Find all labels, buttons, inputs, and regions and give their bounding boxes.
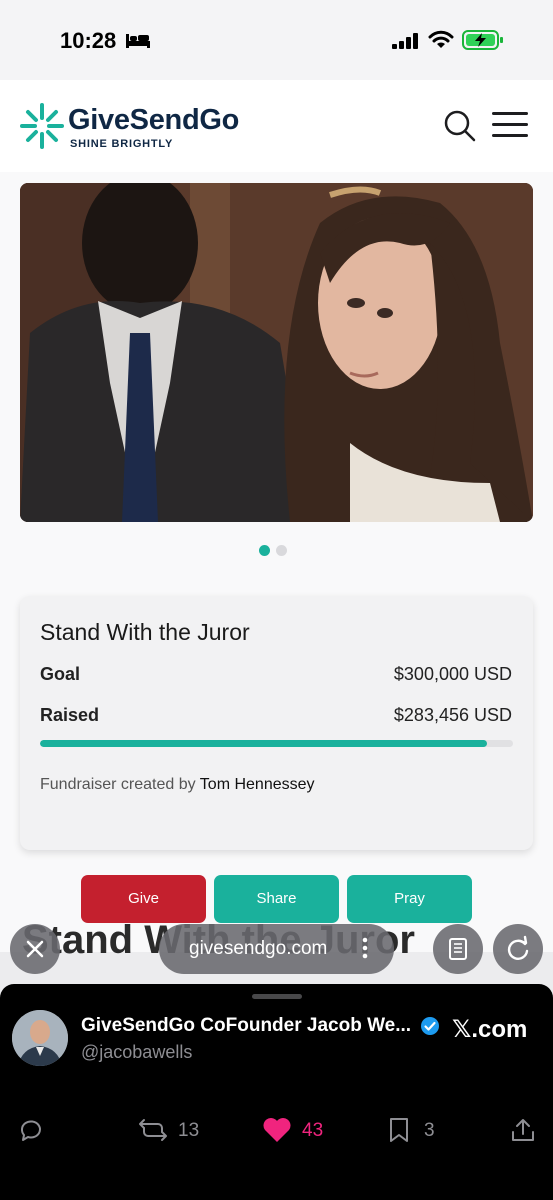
campaign-title: Stand With the Juror xyxy=(40,619,250,645)
reply-icon[interactable] xyxy=(18,1117,44,1143)
post-author-handle[interactable]: @jacobawells xyxy=(81,1042,192,1063)
created-by-label: Fundraiser created by xyxy=(40,776,196,793)
battery-charging-icon xyxy=(462,30,503,50)
repost-count: 13 xyxy=(178,1120,200,1141)
wifi-icon xyxy=(428,30,454,48)
pray-button[interactable]: Pray xyxy=(347,875,472,923)
carousel-indicator[interactable] xyxy=(259,543,293,561)
bookmark-count: 3 xyxy=(424,1120,435,1141)
post-author-name[interactable]: GiveSendGo CoFounder Jacob We... xyxy=(81,1015,411,1037)
bookmark-icon[interactable] xyxy=(388,1117,410,1143)
hamburger-menu-icon[interactable] xyxy=(492,112,528,138)
fundraising-progress-bar xyxy=(40,740,513,747)
give-button[interactable]: Give xyxy=(81,875,206,923)
like-count: 43 xyxy=(302,1120,324,1141)
reader-icon xyxy=(449,938,467,960)
reload-icon xyxy=(507,935,529,960)
creator-line: Fundraiser created by Tom Hennessey xyxy=(40,776,315,794)
share-post-icon[interactable] xyxy=(510,1117,536,1143)
raised-value: $283,456 USD xyxy=(393,705,512,725)
goal-label: Goal xyxy=(40,664,81,684)
brand-tagline: SHINE BRIGHTLY xyxy=(70,138,174,150)
reload-button[interactable] xyxy=(493,924,543,974)
status-time: 10:28 xyxy=(60,28,117,53)
hero-photo xyxy=(20,183,533,522)
raised-label: Raised xyxy=(40,705,100,725)
close-icon xyxy=(26,940,44,958)
close-tab-button[interactable] xyxy=(10,924,60,974)
cellular-signal-icon xyxy=(392,33,418,49)
reader-mode-button[interactable] xyxy=(433,924,483,974)
sleep-focus-icon xyxy=(126,34,150,48)
brand-name[interactable]: GiveSendGo xyxy=(68,104,239,137)
like-heart-icon[interactable] xyxy=(262,1117,292,1143)
avatar-photo xyxy=(12,1010,68,1066)
carousel-dot-2[interactable] xyxy=(276,545,287,556)
creator-name-link[interactable]: Tom Hennessey xyxy=(200,776,315,793)
address-bar-url[interactable]: givesendgo.com xyxy=(189,938,327,960)
sheet-grabber[interactable] xyxy=(252,994,302,999)
search-icon[interactable] xyxy=(444,110,476,142)
givesendgo-logo-icon[interactable] xyxy=(20,103,64,149)
goal-value: $300,000 USD xyxy=(393,664,512,684)
carousel-dot-1[interactable] xyxy=(259,545,270,556)
more-options-icon[interactable] xyxy=(360,936,370,960)
avatar[interactable] xyxy=(12,1010,68,1066)
repost-icon[interactable] xyxy=(138,1117,168,1143)
x-com-link[interactable]: 𝕏.com xyxy=(452,1015,527,1044)
verified-badge-icon xyxy=(421,1017,439,1035)
progress-fill xyxy=(40,740,487,747)
share-button[interactable]: Share xyxy=(214,875,339,923)
campaign-hero-image[interactable] xyxy=(20,183,533,522)
